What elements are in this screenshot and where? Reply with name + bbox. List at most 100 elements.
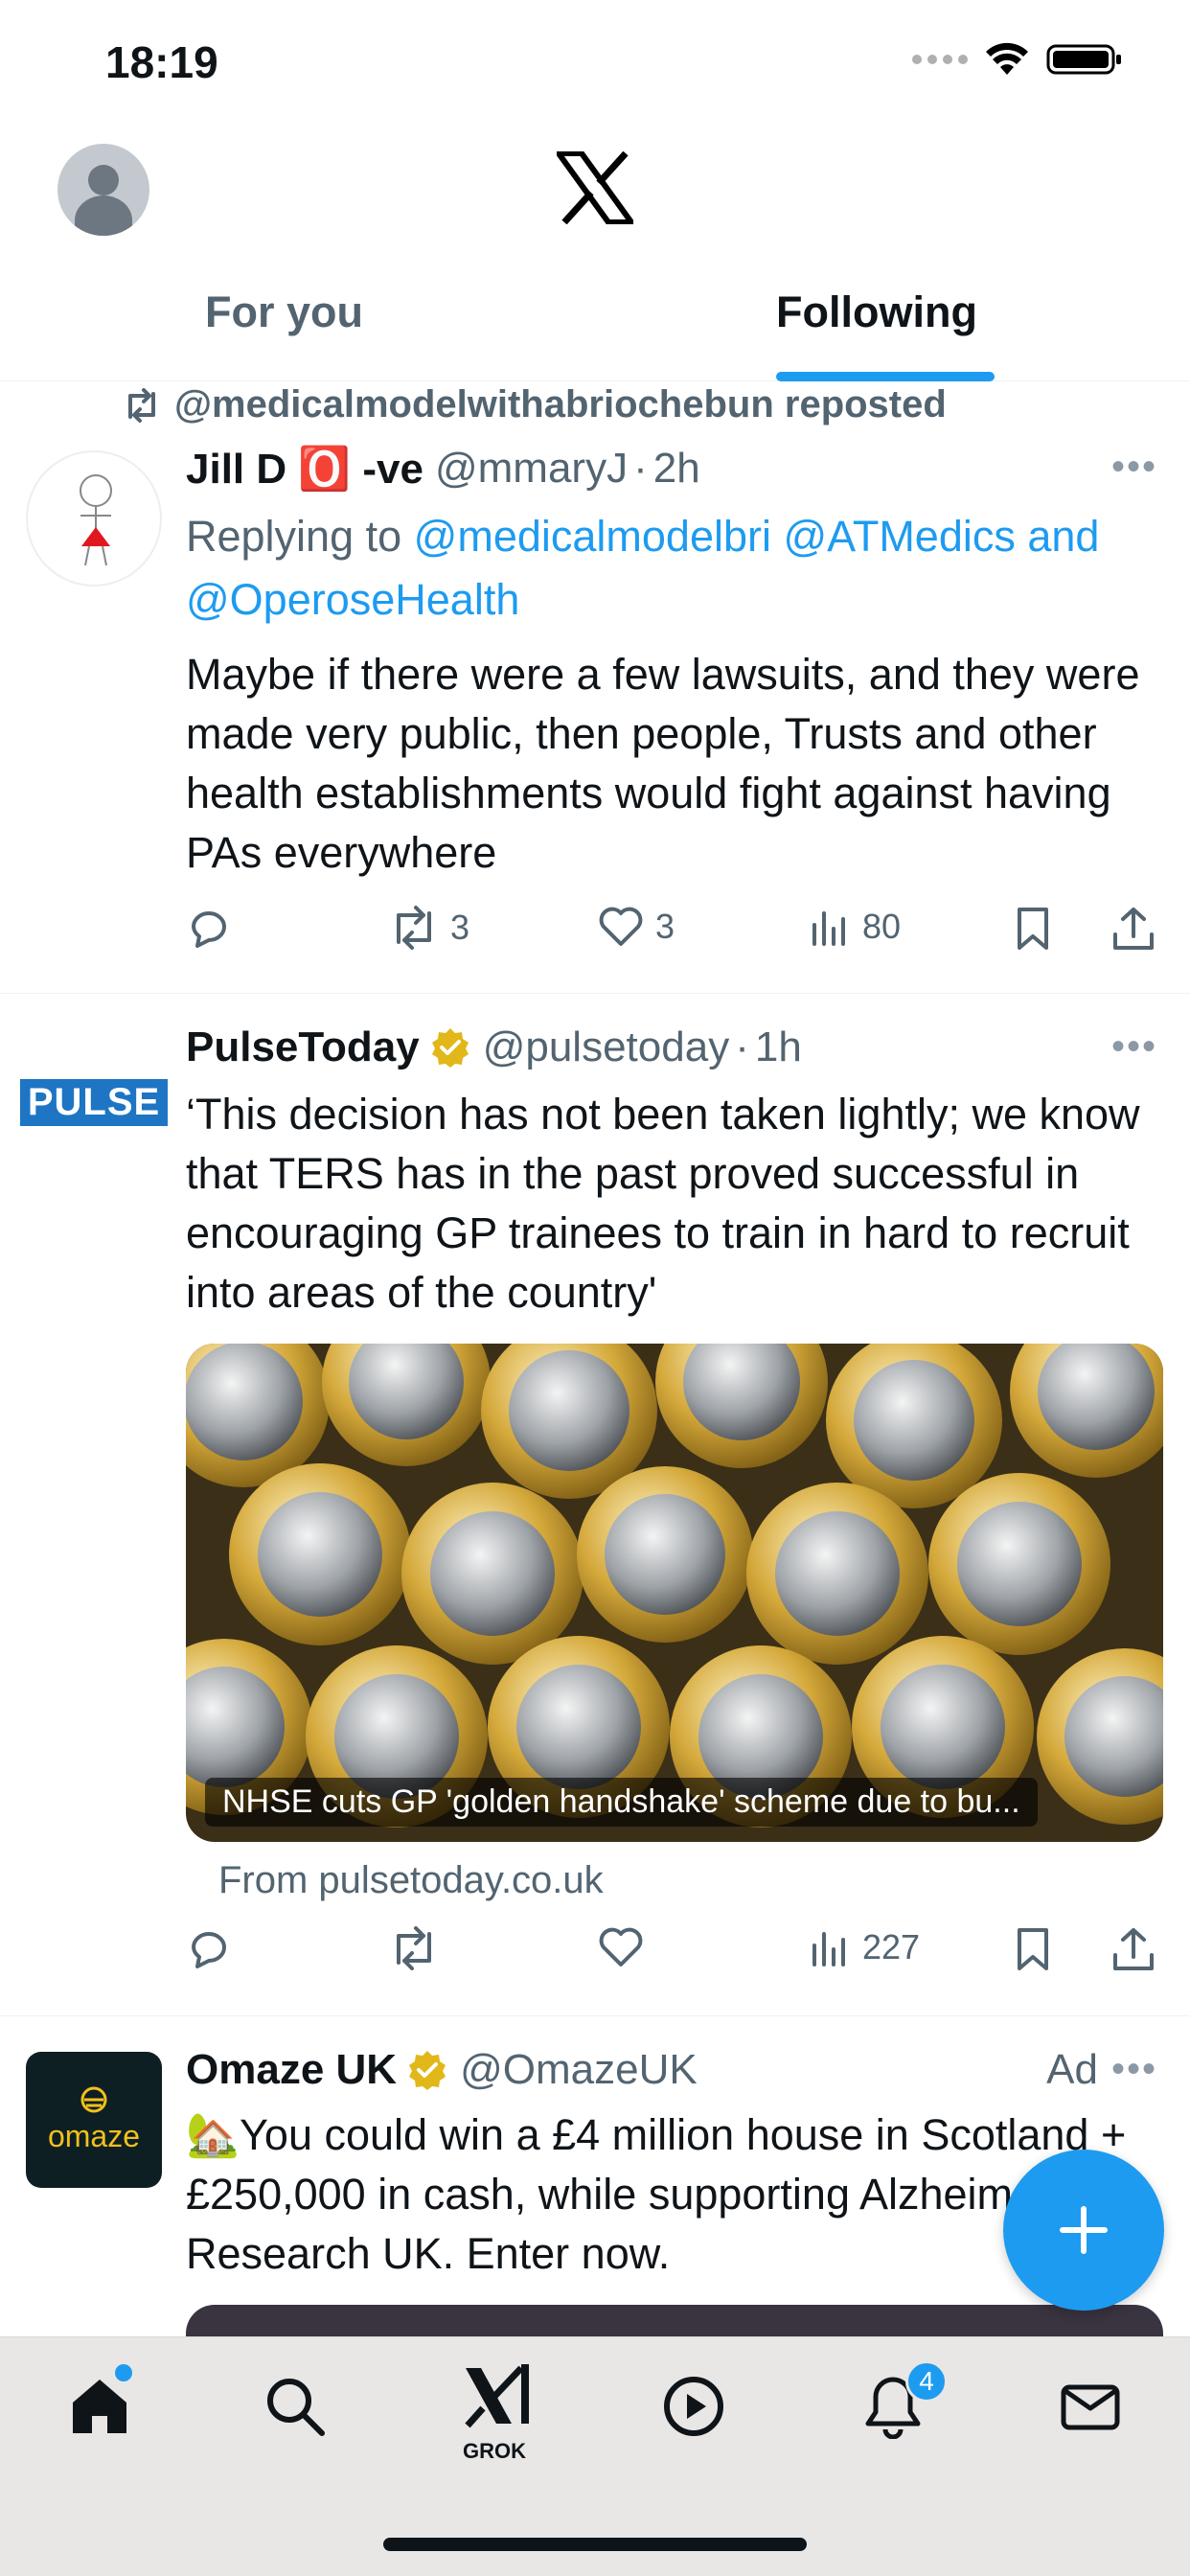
card-source[interactable]: From pulsetoday.co.uk	[218, 1859, 604, 1902]
wifi-icon	[986, 42, 1028, 75]
tab-for-you[interactable]: For you	[205, 288, 363, 337]
author-handle[interactable]: @mmaryJ	[435, 445, 628, 493]
repost-button[interactable]	[389, 1926, 439, 1970]
reply-icon	[192, 1932, 226, 1968]
x-logo-icon	[557, 151, 633, 224]
card-caption: NHSE cuts GP 'golden handshake' scheme d…	[205, 1778, 1038, 1827]
nav-home[interactable]	[67, 2374, 132, 2444]
verified-gold-icon	[431, 1028, 469, 1068]
tweet-header: Jill D 🅾️ -ve @mmaryJ · 2h	[186, 444, 700, 494]
author-name[interactable]: Jill D 🅾️ -ve	[186, 444, 423, 494]
repost-label: @medicalmodelwithabriochebun reposted	[174, 383, 947, 426]
replying-to: Replying to @medicalmodelbri @ATMedics a…	[186, 505, 1163, 632]
nav-video[interactable]	[661, 2374, 726, 2444]
repost-count: 3	[450, 908, 470, 947]
bookmark-button[interactable]	[1014, 1926, 1052, 1972]
omaze-logo-icon	[80, 2086, 107, 2112]
pulse-logo-text: PULSE	[19, 1078, 169, 1126]
replying-to-link-2[interactable]: @OperoseHealth	[186, 575, 519, 624]
share-icon	[1113, 908, 1154, 950]
tweet-jill[interactable]: Jill D 🅾️ -ve @mmaryJ · 2h ••• Replying …	[0, 436, 1190, 994]
repost-icon	[397, 906, 431, 950]
views-icon	[812, 911, 845, 946]
grok-label: GROK	[463, 2439, 526, 2463]
omaze-logo-text: omaze	[47, 2118, 141, 2153]
tweet-header: Omaze UK @OmazeUK	[186, 2046, 698, 2094]
avatar-omaze[interactable]: omaze	[26, 2052, 162, 2188]
profile-avatar[interactable]	[57, 144, 149, 236]
views-button[interactable]: 227	[809, 1926, 920, 1968]
view-count: 227	[862, 1927, 921, 1966]
verified-gold-icon	[409, 2051, 446, 2090]
author-handle[interactable]: @OmazeUK	[460, 2046, 698, 2094]
compose-button[interactable]	[1003, 2150, 1164, 2311]
separator-dot: ·	[735, 1024, 749, 1070]
user-silhouette-icon	[75, 165, 132, 236]
tweet-time: 2h	[652, 445, 700, 492]
tweet-time: 1h	[754, 1024, 802, 1070]
tweet-omaze-ad[interactable]: omaze Omaze UK @OmazeUK Ad ••• 🏡You coul…	[0, 2017, 1190, 2336]
mail-icon	[1061, 2384, 1120, 2430]
bookmark-icon	[1018, 908, 1048, 950]
views-icon	[812, 1932, 845, 1966]
share-button[interactable]	[1111, 1926, 1156, 1972]
tweet-actions: 3 3 80	[186, 906, 1163, 963]
bookmark-button[interactable]	[1014, 906, 1052, 952]
nav-grok[interactable]	[462, 2360, 531, 2436]
home-icon	[73, 2380, 126, 2433]
bookmark-icon	[1018, 1928, 1048, 1970]
author-name[interactable]: PulseToday	[186, 1024, 420, 1071]
repost-button[interactable]: 3	[389, 906, 469, 950]
view-count: 80	[862, 907, 902, 946]
views-button[interactable]: 80	[809, 906, 901, 948]
avatar-pulsetoday[interactable]: PULSE	[19, 1071, 169, 1133]
signal-icon	[912, 55, 968, 64]
home-unread-dot	[115, 2364, 132, 2381]
nav-messages[interactable]	[1058, 2374, 1123, 2444]
share-button[interactable]	[1111, 906, 1156, 952]
reply-icon	[192, 911, 226, 948]
plus-icon	[1060, 2206, 1108, 2254]
like-button[interactable]	[598, 1926, 644, 1968]
separator-dot: ·	[633, 445, 648, 492]
more-options-icon[interactable]: •••	[1111, 2048, 1157, 2091]
active-tab-indicator	[776, 372, 995, 381]
stick-figure-icon	[80, 474, 112, 566]
status-bar: 18:19	[0, 0, 1190, 125]
more-options-icon[interactable]: •••	[1111, 1025, 1157, 1069]
tab-following[interactable]: Following	[776, 288, 977, 337]
reply-button[interactable]	[186, 906, 232, 952]
search-icon	[267, 2379, 325, 2436]
replying-prefix: Replying to	[186, 512, 402, 561]
link-card-image[interactable]: NHSE cuts GP 'golden handshake' scheme d…	[186, 1344, 1163, 1842]
battery-icon	[1046, 44, 1121, 75]
avatar-jill[interactable]	[26, 450, 162, 586]
heart-icon	[599, 907, 643, 946]
author-handle[interactable]: @pulsetoday	[483, 1024, 730, 1071]
repost-icon	[397, 1926, 431, 1970]
repost-icon	[128, 387, 155, 423]
replying-to-links[interactable]: @medicalmodelbri @ATMedics and	[414, 512, 1100, 561]
tweet-text: Maybe if there were a few lawsuits, and …	[186, 650, 1140, 877]
status-icons	[912, 42, 1123, 77]
tweet-actions: 227	[186, 1926, 1163, 1984]
status-time: 18:19	[105, 37, 218, 87]
grok-icon	[465, 2364, 529, 2428]
tweet-text: ‘This decision has not been taken lightl…	[186, 1090, 1140, 1317]
heart-icon	[599, 1927, 643, 1966]
reply-button[interactable]	[186, 1926, 232, 1972]
more-options-icon[interactable]: •••	[1111, 446, 1157, 489]
nav-search[interactable]	[263, 2374, 328, 2444]
notifications-badge: 4	[905, 2360, 948, 2403]
ad-label: Ad	[1046, 2046, 1098, 2093]
tweet-header: PulseToday @pulsetoday · 1h	[186, 1024, 802, 1071]
like-count: 3	[655, 907, 675, 946]
like-button[interactable]: 3	[598, 906, 675, 948]
coins-image	[186, 1344, 1163, 1842]
repost-indicator[interactable]: @medicalmodelwithabriochebun reposted	[123, 383, 947, 426]
ad-media-preview[interactable]	[186, 2305, 1163, 2336]
play-circle-icon	[664, 2377, 723, 2436]
share-icon	[1113, 1928, 1154, 1970]
feed-tabs: For you Following	[0, 259, 1190, 381]
author-name[interactable]: Omaze UK	[186, 2046, 397, 2094]
